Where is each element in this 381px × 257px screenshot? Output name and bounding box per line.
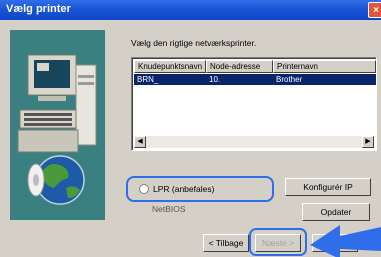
list-item-node-address: 10. (206, 74, 273, 85)
printer-list[interactable]: Knudepunktsnavn Node-adresse Printernavn… (131, 57, 377, 151)
list-header: Knudepunktsnavn Node-adresse Printernavn (134, 60, 376, 73)
next-highlight-outline (249, 228, 307, 256)
column-header-node-address[interactable]: Node-adresse (206, 60, 273, 73)
back-button[interactable]: < Tilbage (203, 234, 249, 252)
printer-wizard-window: Vælg printer × Vælg den rigtige netværks (0, 0, 381, 257)
window-title: Vælg printer (6, 3, 71, 15)
scroll-right-icon[interactable]: ▶ (362, 136, 374, 148)
configure-ip-button[interactable]: Konfigurér IP (285, 178, 371, 196)
lpr-highlight-outline (126, 176, 274, 202)
list-item[interactable]: BRN_ 10. Brother (134, 74, 376, 85)
computer-globe-illustration (10, 30, 105, 220)
list-item-printer-name: Brother (273, 74, 376, 85)
close-icon[interactable]: × (368, 2, 381, 18)
column-header-printer-name[interactable]: Printernavn (273, 60, 376, 73)
horizontal-scrollbar[interactable]: ◀ ▶ (134, 136, 374, 148)
wizard-prompt: Vælg den rigtige netværksprinter. (131, 38, 257, 48)
title-bar[interactable]: Vælg printer × (0, 0, 381, 20)
arrow-pointer-icon (310, 217, 381, 257)
list-item-node-name: BRN_ (134, 74, 206, 85)
scroll-left-icon[interactable]: ◀ (134, 136, 146, 148)
radio-netbios-label[interactable]: NetBIOS (152, 204, 186, 214)
column-header-node-name[interactable]: Knudepunktsnavn (134, 60, 206, 73)
